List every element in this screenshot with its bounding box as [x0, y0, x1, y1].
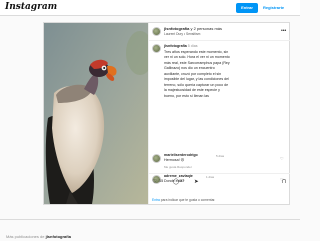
- comment-time: 5 días: [216, 154, 225, 158]
- likes-count[interactable]: 15: [159, 179, 163, 183]
- more-posts-prefix: Más publicaciones de: [6, 234, 46, 239]
- author-username[interactable]: jlsnfotografia: [164, 26, 189, 31]
- caption-text: jlsnfotografia 5 días Tres años esperand…: [164, 44, 230, 99]
- more-posts-heading: Más publicaciones de jlsnfotografia: [6, 234, 71, 239]
- comment-icon[interactable]: ◯: [173, 179, 179, 185]
- more-posts-user[interactable]: jlsnfotografia: [46, 234, 71, 239]
- caption-time: 5 días: [187, 44, 198, 48]
- login-prompt-text: para indicar que te gusta o comentar.: [159, 198, 216, 202]
- comments-count: 57: [180, 179, 185, 183]
- comments-list: jlsnfotografia 5 días Tres años esperand…: [149, 41, 290, 184]
- post-card: jlsnfotografia y 2 personas más Laurent …: [43, 22, 290, 205]
- more-icon[interactable]: •••: [281, 28, 286, 34]
- post-header: jlsnfotografia y 2 personas más Laurent …: [149, 23, 290, 41]
- commenter-avatar[interactable]: [152, 154, 161, 163]
- comment-text: Hermosa! 😍: [164, 158, 185, 162]
- post-audio-info[interactable]: Laurent Dury • Sensitism: [164, 32, 200, 36]
- post-photo[interactable]: [44, 23, 148, 204]
- register-link[interactable]: Registrarte: [263, 3, 284, 13]
- heart-icon[interactable]: ♡: [152, 179, 157, 185]
- comment-meta[interactable]: Me gusta Responder: [164, 165, 192, 169]
- author-header-line: jlsnfotografia y 2 personas más: [164, 26, 222, 31]
- post-sidebar: jlsnfotografia y 2 personas más Laurent …: [148, 23, 290, 204]
- coauthors-text[interactable]: y 2 personas más: [189, 26, 222, 31]
- login-prompt: Entra para indicar que te gusta o coment…: [152, 198, 215, 202]
- caption-avatar[interactable]: [152, 44, 161, 53]
- post-actions: ♡ 15 ◯ 57 ➤ ⊓: [149, 173, 290, 195]
- author-avatar[interactable]: [152, 27, 161, 36]
- caption-username[interactable]: jlsnfotografia: [164, 44, 187, 48]
- comment-heart-icon[interactable]: ♡: [280, 156, 284, 161]
- caption-body: Tres años esperando este momento, sin ve…: [164, 49, 230, 98]
- login-link[interactable]: Entra: [152, 198, 160, 202]
- top-bar: Instagram Entrar Registrarte: [0, 0, 300, 16]
- comment-username[interactable]: marieliserderodrigo: [164, 153, 198, 157]
- share-icon[interactable]: ➤: [194, 179, 199, 185]
- instagram-logo[interactable]: Instagram: [5, 2, 57, 12]
- login-button[interactable]: Entrar: [236, 3, 258, 13]
- bookmark-icon[interactable]: ⊓: [282, 179, 286, 185]
- divider: [0, 219, 300, 220]
